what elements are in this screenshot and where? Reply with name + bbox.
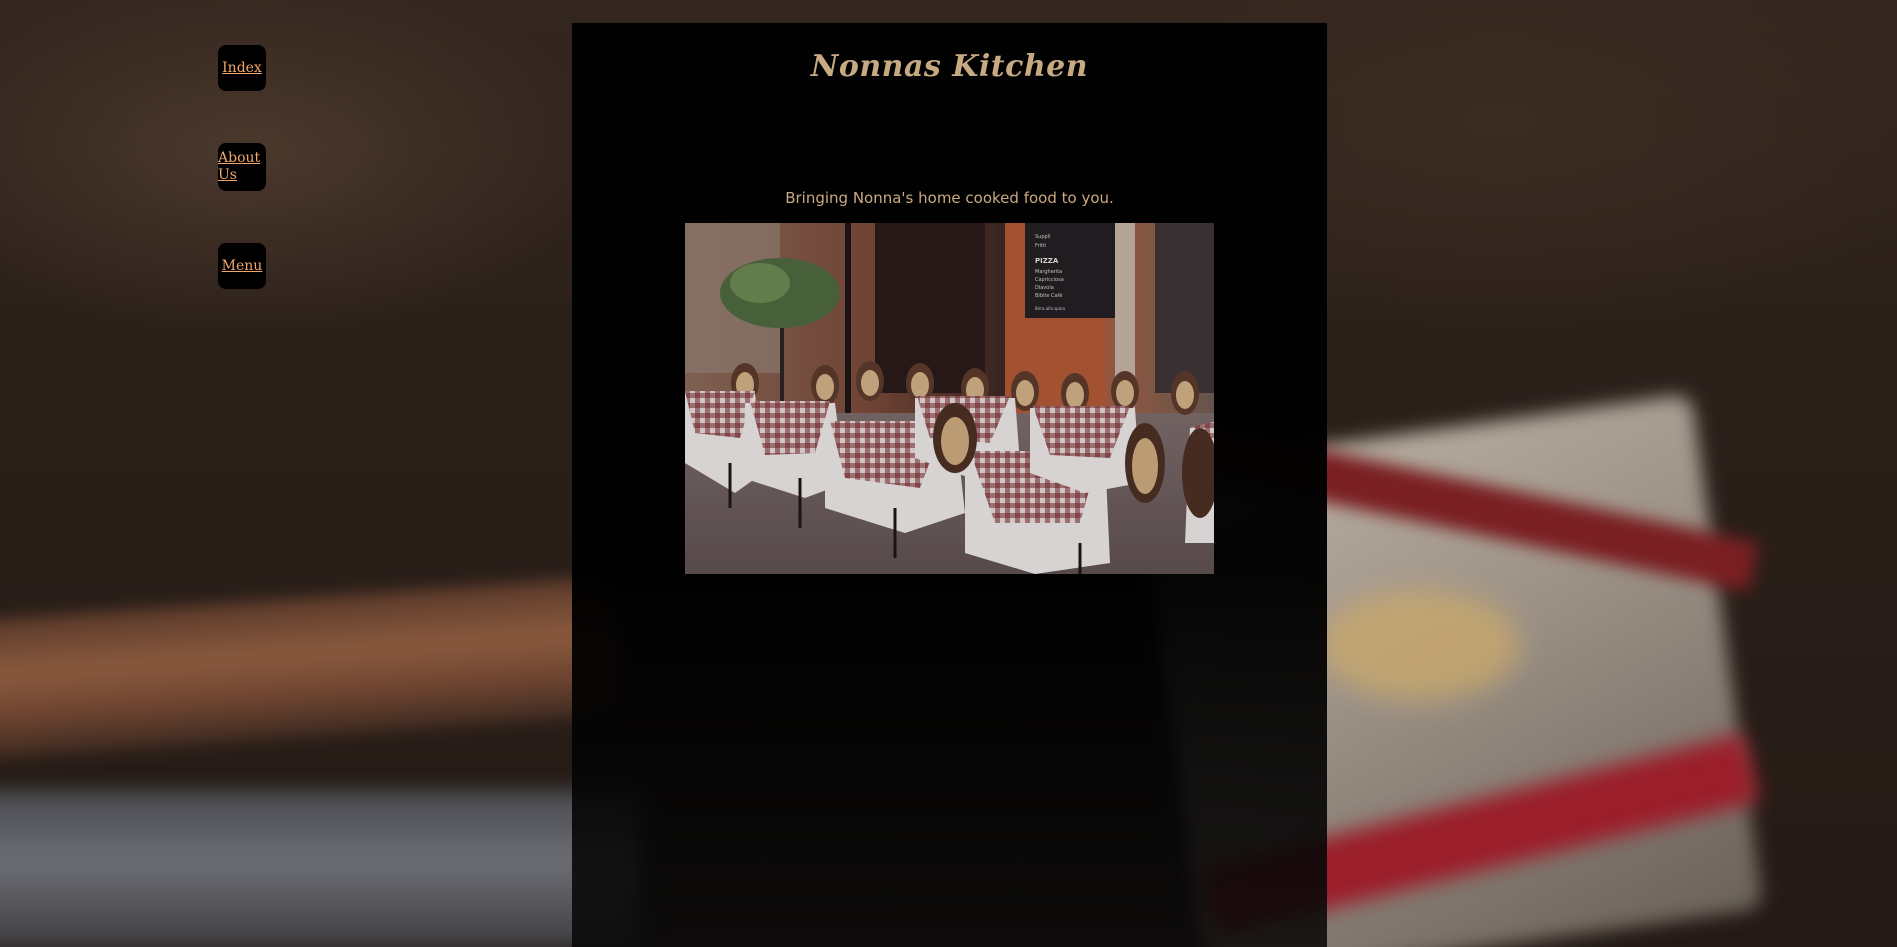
- background-wood-plank: [0, 575, 625, 765]
- tagline: Bringing Nonna's home cooked food to you…: [785, 189, 1114, 207]
- nav-item-about-us: About Us: [218, 143, 266, 191]
- nav-item-menu: Menu: [218, 243, 266, 289]
- restaurant-photo: Supplì Fritti PIZZA Margherita Capriccio…: [685, 223, 1214, 574]
- nav-link-about-us[interactable]: About Us: [218, 150, 266, 184]
- main-panel: Nonnas Kitchen Bringing Nonna's home coo…: [572, 23, 1327, 947]
- nav-link-menu[interactable]: Menu: [218, 258, 266, 275]
- site-title: Nonnas Kitchen: [810, 49, 1089, 84]
- nav-item-index: Index: [218, 45, 266, 91]
- background-pasta: [1320, 590, 1520, 700]
- nav-link-index[interactable]: Index: [218, 60, 266, 77]
- background-slate: [0, 790, 640, 947]
